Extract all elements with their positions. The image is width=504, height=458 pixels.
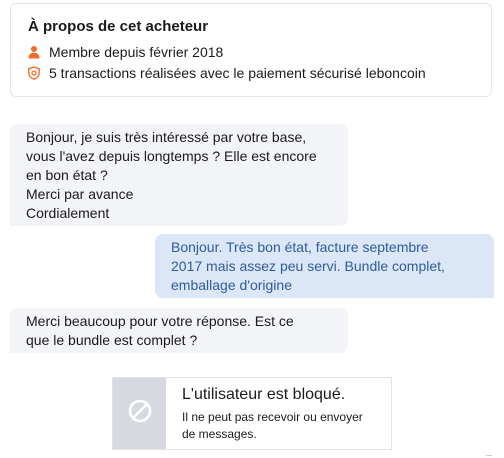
- message-line: Merci par avance: [26, 186, 134, 202]
- blocked-user-notice: L'utilisateur est bloqué. Il ne peut pas…: [112, 377, 392, 450]
- blocked-description: de messages.: [182, 427, 257, 441]
- buyer-info-card: À propos de cet acheteur Membre depuis f…: [10, 3, 492, 97]
- message-line: en bon état ?: [26, 167, 108, 183]
- message-line: vous l'avez depuis longtemps ? Elle est …: [26, 148, 317, 164]
- message-line: Bonjour. Très bon état, facture septembr…: [171, 239, 429, 255]
- message-line: 2017 mais assez peu servi. Bundle comple…: [171, 258, 445, 274]
- message-outgoing: Bonjour. Très bon état, facture septembr…: [155, 234, 494, 298]
- message-incoming: Bonjour, je suis très intéressé par votr…: [10, 124, 348, 226]
- resize-mark: [486, 452, 492, 456]
- message-line: Cordialement: [26, 205, 110, 221]
- blocked-title: L'utilisateur est bloqué.: [182, 386, 346, 403]
- shield-icon: [27, 66, 41, 80]
- member-since-text: Membre depuis février 2018: [49, 44, 224, 60]
- blocked-description: Il ne peut pas recevoir ou envoyer: [182, 410, 363, 424]
- buyer-info-title: À propos de cet acheteur: [28, 18, 209, 35]
- message-line: emballage d'origine: [171, 277, 292, 293]
- message-line: Merci beaucoup pour votre réponse. Est c…: [26, 313, 294, 329]
- message-incoming: Merci beaucoup pour votre réponse. Est c…: [10, 308, 348, 353]
- transactions-text: 5 transactions réalisées avec le paiemen…: [49, 65, 426, 81]
- message-line: que le bundle est complet ?: [26, 332, 198, 348]
- blocked-icon-panel: [113, 378, 166, 449]
- message-line: Bonjour, je suis très intéressé par votr…: [26, 129, 307, 145]
- transactions-row: 5 transactions réalisées avec le paiemen…: [27, 65, 426, 81]
- member-since-row: Membre depuis février 2018: [27, 44, 223, 60]
- person-icon: [27, 45, 41, 59]
- blocked-icon: [127, 398, 153, 429]
